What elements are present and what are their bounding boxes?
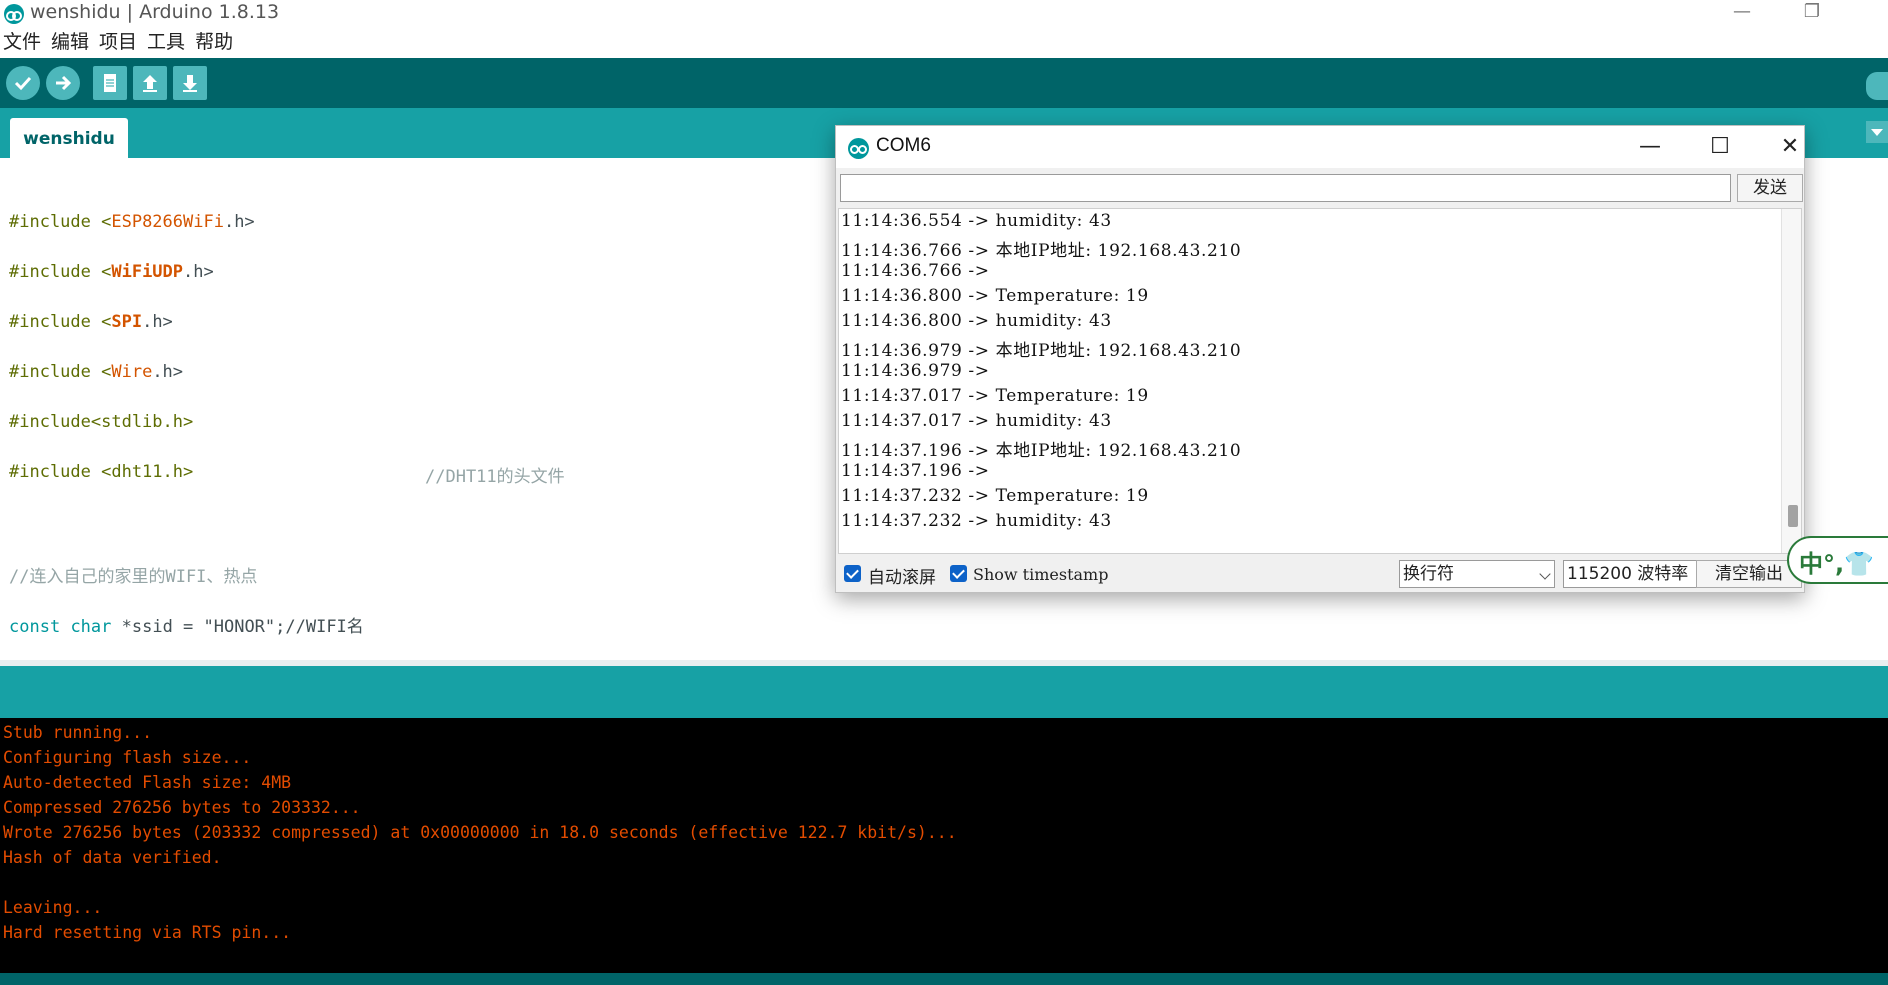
code-line-include-wifiudp: #include <WiFiUDP.h>: [9, 262, 214, 282]
menu-sketch[interactable]: 项目: [94, 28, 142, 56]
console-line: Wrote 276256 bytes (203332 compressed) a…: [3, 823, 957, 842]
arduino-logo-icon: [848, 138, 869, 159]
tab-menu-chevron-down-icon[interactable]: [1866, 121, 1888, 143]
serial-line: 11:14:36.766 -> 本地IP地址: 192.168.43.210: [841, 241, 1242, 261]
serial-output-area[interactable]: 11:14:36.554 -> humidity: 43 11:14:36.76…: [838, 208, 1802, 554]
serial-footer: 自动滚屏 Show timestamp 换行符 115200 波特率 清空输出: [836, 556, 1804, 592]
code-line-include-esp8266wifi: #include <ESP8266WiFi.h>: [9, 212, 255, 232]
show-timestamp-label: Show timestamp: [973, 565, 1109, 584]
serial-maximize-button[interactable]: ☐: [1700, 132, 1740, 162]
code-line-include-dht11: #include <dht11.h>: [9, 462, 194, 482]
line-ending-value: 换行符: [1403, 564, 1454, 584]
serial-title-bar: COM6 — ☐ ✕: [836, 126, 1804, 168]
menu-file[interactable]: 文件: [0, 28, 46, 56]
verify-button[interactable]: [6, 66, 40, 100]
autoscroll-label: 自动滚屏: [868, 568, 936, 588]
serial-window-title: COM6: [876, 135, 931, 156]
serial-line: 11:14:37.232 -> Temperature: 19: [841, 486, 1149, 506]
code-line-include-stdlib: #include<stdlib.h>: [9, 412, 194, 432]
menu-tools[interactable]: 工具: [142, 28, 190, 56]
code-comment-dht11: //DHT11的头文件: [425, 467, 565, 487]
serial-line: 11:14:37.196 -> 本地IP地址: 192.168.43.210: [841, 441, 1242, 461]
line-ending-select[interactable]: 换行符: [1399, 560, 1555, 588]
menu-edit[interactable]: 编辑: [46, 28, 94, 56]
code-comment-wifi: //连入自己的家里的WIFI、热点: [9, 567, 258, 587]
console-line: Compressed 276256 bytes to 203332...: [3, 798, 361, 817]
code-line-include-wire: #include <Wire.h>: [9, 362, 184, 382]
autoscroll-checkbox[interactable]: [844, 565, 861, 582]
toolbar: [0, 58, 1888, 108]
checkmark-icon: [14, 76, 32, 91]
restore-button[interactable]: ❐: [1792, 0, 1832, 24]
code-line-include-spi: #include <SPI.h>: [9, 312, 173, 332]
console-line: Configuring flash size...: [3, 748, 252, 767]
scrollbar-thumb[interactable]: [1788, 505, 1798, 527]
console-line: Hash of data verified.: [3, 848, 222, 867]
serial-line: 11:14:36.979 ->: [841, 361, 990, 381]
serial-line: 11:14:36.766 ->: [841, 261, 990, 281]
baud-rate-value: 115200 波特率: [1567, 564, 1689, 584]
ime-indicator[interactable]: 中°,👕: [1787, 536, 1888, 584]
save-sketch-button[interactable]: [173, 66, 207, 100]
serial-scrollbar[interactable]: [1781, 209, 1801, 553]
serial-line: 11:14:36.800 -> humidity: 43: [841, 311, 1112, 331]
send-button[interactable]: 发送: [1737, 174, 1803, 202]
serial-line: 11:14:36.554 -> humidity: 43: [841, 211, 1112, 231]
serial-monitor-window: COM6 — ☐ ✕ 发送 11:14:36.554 -> humidity: …: [835, 125, 1805, 593]
tab-wenshidu[interactable]: wenshidu: [10, 118, 128, 158]
serial-send-input[interactable]: [840, 174, 1731, 202]
open-sketch-button[interactable]: [133, 66, 167, 100]
serial-line: 11:14:37.017 -> Temperature: 19: [841, 386, 1149, 406]
console-line: Leaving...: [3, 898, 103, 917]
serial-close-button[interactable]: ✕: [1770, 132, 1810, 162]
window-title: wenshidu | Arduino 1.8.13: [30, 1, 280, 23]
show-timestamp-checkbox[interactable]: [950, 565, 967, 582]
upload-button[interactable]: [46, 66, 80, 100]
menu-bar: 文件 编辑 项目 工具 帮助: [0, 28, 1888, 56]
console-line: Hard resetting via RTS pin...: [3, 923, 292, 942]
bottom-status-bar: [0, 973, 1888, 985]
file-icon: [104, 74, 116, 92]
arrow-down-icon: [183, 75, 197, 92]
serial-line: 11:14:37.017 -> humidity: 43: [841, 411, 1112, 431]
console-line: Auto-detected Flash size: 4MB: [3, 773, 292, 792]
serial-minimize-button[interactable]: —: [1630, 132, 1670, 162]
menu-help[interactable]: 帮助: [190, 28, 238, 56]
minimize-button[interactable]: —: [1722, 0, 1762, 24]
serial-line: 11:14:37.232 -> humidity: 43: [841, 511, 1112, 531]
serial-line: 11:14:36.800 -> Temperature: 19: [841, 286, 1149, 306]
arrow-up-icon: [143, 75, 157, 92]
console-output: Stub running... Configuring flash size..…: [0, 718, 1888, 973]
ime-status-text: 中°,👕: [1799, 550, 1874, 578]
arduino-logo-icon: [4, 4, 24, 24]
serial-line: 11:14:37.196 ->: [841, 461, 990, 481]
clear-output-button[interactable]: 清空输出: [1696, 560, 1802, 588]
title-bar: wenshidu | Arduino 1.8.13 — ❐: [0, 0, 1888, 26]
arrow-right-icon: [56, 75, 72, 91]
serial-line: 11:14:36.979 -> 本地IP地址: 192.168.43.210: [841, 341, 1242, 361]
code-line-ssid: const char *ssid = "HONOR";//WIFI名: [9, 617, 364, 637]
serial-monitor-search-icon[interactable]: [1866, 72, 1888, 100]
status-bar: [0, 666, 1888, 718]
chevron-down-icon: [1539, 568, 1551, 580]
console-line: Stub running...: [3, 723, 153, 742]
new-sketch-button[interactable]: [93, 66, 127, 100]
